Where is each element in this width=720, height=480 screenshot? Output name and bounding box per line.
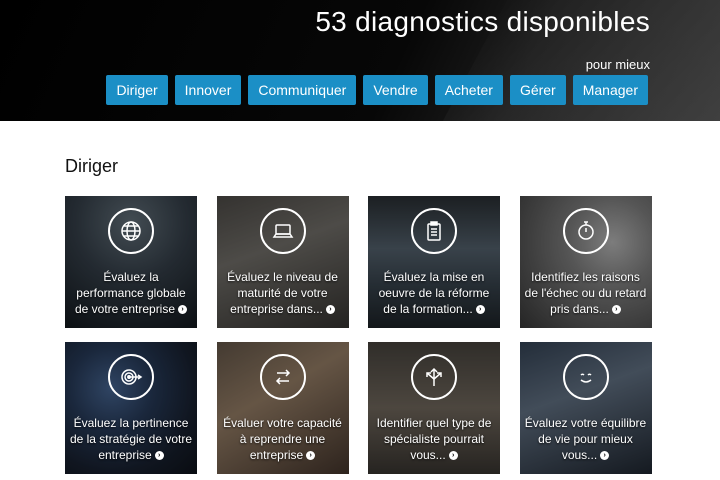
diagnostic-card[interactable]: Évaluez le niveau de maturité de votre e… bbox=[216, 196, 349, 328]
card-label: Évaluez votre équilibre de vie pour mieu… bbox=[524, 416, 647, 462]
diagnostic-card[interactable]: Évaluer votre capacité à reprendre une e… bbox=[216, 342, 349, 474]
card-label: Identifiez les raisons de l'échec ou du … bbox=[524, 270, 647, 316]
laptop-icon bbox=[259, 208, 306, 254]
chevron-right-icon: › bbox=[178, 305, 188, 315]
page-title: 53 diagnostics disponibles bbox=[315, 6, 650, 37]
section-title: Diriger bbox=[65, 156, 119, 176]
header-banner: 53 diagnostics disponibles pour mieux Di… bbox=[0, 0, 720, 121]
chevron-right-icon: › bbox=[448, 451, 458, 461]
smile-icon bbox=[562, 354, 609, 400]
nav-button-communiquer[interactable]: Communiquer bbox=[248, 75, 357, 105]
card-label: Évaluez le niveau de maturité de votre e… bbox=[227, 270, 338, 316]
chevron-right-icon: › bbox=[154, 451, 164, 461]
diagnostic-card[interactable]: Évaluez la performance globale de votre … bbox=[65, 196, 197, 328]
chevron-right-icon: › bbox=[611, 305, 621, 315]
nav-button-vendre[interactable]: Vendre bbox=[363, 75, 428, 105]
diagnostic-card[interactable]: Identifiez les raisons de l'échec ou du … bbox=[519, 196, 652, 328]
card-label: Évaluer votre capacité à reprendre une e… bbox=[223, 416, 342, 462]
nav-button-innover[interactable]: Innover bbox=[174, 75, 242, 105]
card-label: Identifier quel type de spécialiste pour… bbox=[376, 416, 492, 462]
diagnostic-card[interactable]: Évaluez la mise en oeuvre de la réforme … bbox=[368, 196, 500, 328]
diagnostic-card[interactable]: Évaluez la pertinence de la stratégie de… bbox=[65, 342, 197, 474]
card-label: Évaluez la performance globale de votre … bbox=[74, 270, 188, 316]
card-label: Évaluez la mise en oeuvre de la réforme … bbox=[378, 270, 490, 316]
globe-icon bbox=[108, 208, 154, 254]
exchange-arrows-icon bbox=[259, 354, 306, 400]
split-arrows-icon bbox=[411, 354, 457, 400]
diagnostic-grid: Évaluez la performance globale de votre … bbox=[65, 196, 652, 474]
target-icon bbox=[108, 354, 154, 400]
diagnostic-card[interactable]: Identifier quel type de spécialiste pour… bbox=[368, 342, 500, 474]
chevron-right-icon: › bbox=[600, 451, 610, 461]
nav-button-manager[interactable]: Manager bbox=[572, 75, 648, 105]
category-nav: Diriger Innover Communiquer Vendre Achet… bbox=[106, 75, 648, 105]
nav-button-acheter[interactable]: Acheter bbox=[434, 75, 503, 105]
nav-button-diriger[interactable]: Diriger bbox=[106, 75, 168, 105]
stopwatch-icon bbox=[562, 208, 609, 254]
nav-button-gerer[interactable]: Gérer bbox=[509, 75, 566, 105]
clipboard-icon bbox=[411, 208, 457, 254]
card-label: Évaluez la pertinence de la stratégie de… bbox=[69, 416, 193, 462]
diagnostic-card[interactable]: Évaluez votre équilibre de vie pour mieu… bbox=[519, 342, 652, 474]
chevron-right-icon: › bbox=[475, 305, 485, 315]
chevron-right-icon: › bbox=[325, 305, 335, 315]
chevron-right-icon: › bbox=[306, 451, 316, 461]
nav-subtitle: pour mieux bbox=[585, 57, 650, 72]
